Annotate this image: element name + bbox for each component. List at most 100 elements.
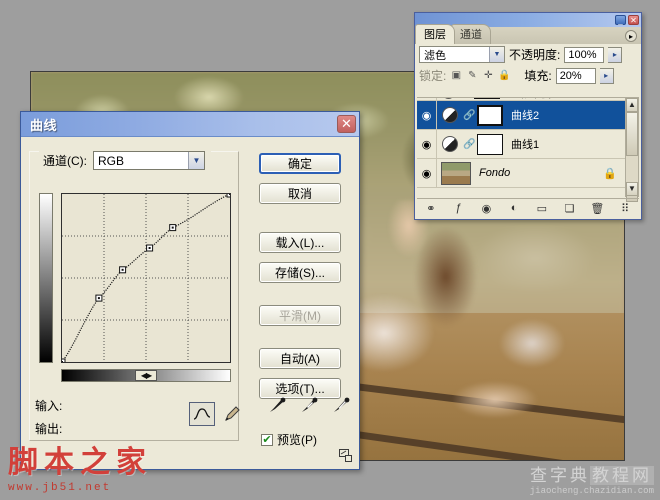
eyedropper-group <box>267 395 351 415</box>
layer-visibility-toggle[interactable]: ◉ <box>417 100 437 130</box>
palette-resize-grip[interactable]: ⠿ <box>617 201 633 216</box>
watermark-chazidian-part2: 教程网 <box>590 466 654 485</box>
output-label: 输出: <box>35 422 63 436</box>
layer-name: Fondo <box>479 167 511 179</box>
adjustment-layer-icon <box>442 98 455 99</box>
opacity-label: 不透明度: <box>509 48 561 62</box>
blend-mode-value: 滤色 <box>424 49 446 62</box>
layer-name: 色彩平衡 <box>508 98 552 101</box>
delete-layer-icon[interactable]: 🗑 <box>589 201 605 216</box>
gray-point-eyedropper[interactable] <box>299 395 319 415</box>
curve-edit-tools <box>189 402 245 426</box>
watermark-chazidian-text: 查字典 教程网 <box>530 461 654 486</box>
curves-dialog-titlebar[interactable]: 曲线 ✕ <box>21 112 359 137</box>
layer-style-icon[interactable]: ƒ <box>451 201 467 216</box>
opacity-spinner[interactable]: ▸ <box>608 46 623 63</box>
input-gradient-bar[interactable]: ◀▶ <box>61 369 231 382</box>
layers-palette[interactable]: _ ✕ 图层 通道 ▸ 滤色 ▼ 不透明度: 100% ▸ 锁定: ▣ ✎ ✛ <box>414 12 642 220</box>
dialog-title: 曲线 <box>30 117 58 133</box>
load-button[interactable]: 载入(L)... <box>259 232 341 253</box>
fill-input[interactable]: 20% <box>555 67 596 84</box>
lock-transparent-icon[interactable]: ▣ <box>450 70 462 82</box>
new-layer-icon[interactable]: ❏ <box>562 201 578 216</box>
checkbox-glyph[interactable]: ✔ <box>261 433 273 446</box>
preview-checkbox[interactable]: ✔ 预览(P) <box>261 431 317 448</box>
lock-icon: 🔒 <box>603 167 617 180</box>
adjustment-layer-icon <box>442 136 458 152</box>
chevron-down-icon[interactable]: ▼ <box>489 47 504 62</box>
lock-buttons: ▣ ✎ ✛ 🔒 <box>450 70 511 82</box>
watermark-chazidian-part1: 查字典 <box>530 466 590 485</box>
lock-all-icon[interactable]: 🔒 <box>498 70 510 82</box>
link-mask-icon[interactable]: 🔗 <box>460 97 470 98</box>
curve-plot[interactable] <box>62 194 230 362</box>
curve-tool-icon[interactable] <box>189 402 215 426</box>
layer-mask-thumbnail[interactable] <box>477 104 503 126</box>
close-icon[interactable]: ✕ <box>628 15 639 25</box>
curve-graph[interactable] <box>61 193 231 363</box>
resize-grip-icon[interactable] <box>339 449 353 463</box>
smooth-button: 平滑(M) <box>259 305 341 326</box>
close-icon[interactable]: ✕ <box>337 115 356 133</box>
channel-label: 通道(C): <box>43 154 87 168</box>
lock-paint-icon[interactable]: ✎ <box>466 70 478 82</box>
lock-label: 锁定: <box>419 69 447 83</box>
layer-mask-thumbnail[interactable] <box>477 133 503 155</box>
opacity-value: 100% <box>568 48 597 61</box>
blend-opacity-row: 滤色 ▼ 不透明度: 100% ▸ <box>415 44 641 65</box>
watermark-chazidian-url: jiaocheng.chazidian.com <box>529 486 654 496</box>
opacity-input[interactable]: 100% <box>564 46 605 63</box>
curves-button-stack: 确定 取消 载入(L)... 存储(S)... 平滑(M) 自动(A) 选项(T… <box>259 153 341 399</box>
ok-button[interactable]: 确定 <box>259 153 341 174</box>
fill-value: 20% <box>559 69 582 82</box>
output-gradient-bar <box>39 193 53 363</box>
tab-channels[interactable]: 通道 <box>451 24 491 44</box>
layers-palette-tabs: 图层 通道 ▸ <box>415 24 641 44</box>
fill-spinner[interactable]: ▸ <box>599 67 614 84</box>
layer-name: 曲线2 <box>511 110 540 122</box>
layer-visibility-toggle[interactable]: ◉ <box>417 129 437 159</box>
screen: _ ✕ 图层 通道 ▸ 滤色 ▼ 不透明度: 100% ▸ 锁定: ▣ ✎ ✛ <box>0 0 660 500</box>
preview-label: 预览(P) <box>277 433 317 447</box>
layer-name: 曲线1 <box>511 139 540 151</box>
palette-menu-icon[interactable]: ▸ <box>625 30 637 42</box>
scrollbar-thumb[interactable] <box>626 112 638 156</box>
scroll-up-icon[interactable]: ▲ <box>626 98 638 112</box>
new-adjustment-layer-icon[interactable]: ◐ <box>506 201 522 216</box>
white-point-eyedropper[interactable] <box>331 395 351 415</box>
link-layers-icon[interactable]: ⚭ <box>423 201 439 216</box>
layer-visibility-toggle[interactable]: ◉ <box>417 158 437 188</box>
black-point-eyedropper[interactable] <box>267 395 287 415</box>
tab-layers[interactable]: 图层 <box>415 24 455 44</box>
gradient-nub-icon[interactable]: ◀▶ <box>135 370 157 381</box>
layer-list-scrollbar[interactable]: ▲ ▼ <box>625 97 639 202</box>
layer-mask-thumbnail[interactable] <box>474 98 500 99</box>
chevron-down-icon[interactable]: ▼ <box>188 152 204 169</box>
minimize-icon[interactable]: _ <box>615 15 626 25</box>
curves-dialog-body: 通道(C): RGB ▼ ◀▶ 输入: 输出: 确定 取消 载入(L)... 存… <box>21 137 359 469</box>
table-row[interactable]: ◉ 🔗 曲线2 <box>417 100 625 130</box>
input-label: 输入: <box>35 399 63 413</box>
link-mask-icon[interactable]: 🔗 <box>463 139 475 150</box>
curves-dialog[interactable]: 曲线 ✕ 通道(C): RGB ▼ ◀▶ 输入: 输出: 确定 取消 载入(L)… <box>20 111 360 470</box>
watermark-chazidian: 查字典 教程网 jiaocheng.chazidian.com <box>530 461 654 496</box>
scroll-down-icon[interactable]: ▼ <box>626 182 638 196</box>
auto-button[interactable]: 自动(A) <box>259 348 341 369</box>
blend-mode-select[interactable]: 滤色 ▼ <box>419 46 505 63</box>
add-mask-icon[interactable]: ◉ <box>478 201 494 216</box>
save-button[interactable]: 存储(S)... <box>259 262 341 283</box>
table-row[interactable]: ◉ Fondo 🔒 <box>417 158 625 188</box>
table-row[interactable]: ◉ 🔗 曲线1 <box>417 129 625 159</box>
lock-fill-row: 锁定: ▣ ✎ ✛ 🔒 填充: 20% ▸ <box>415 65 641 86</box>
channel-select[interactable]: RGB ▼ <box>93 151 205 170</box>
cancel-button[interactable]: 取消 <box>259 183 341 204</box>
layer-thumbnail[interactable] <box>441 161 471 185</box>
channel-value: RGB <box>98 153 125 168</box>
new-group-icon[interactable]: ▭ <box>534 201 550 216</box>
adjustment-layer-icon <box>442 107 458 123</box>
link-mask-icon[interactable]: 🔗 <box>463 110 475 121</box>
layer-list[interactable]: 🔗 色彩平衡 ◉ 🔗 曲线2 ◉ 🔗 曲线1 ◉ F <box>417 97 625 197</box>
watermark-jb51-url: www.jb51.net <box>8 482 112 494</box>
pencil-tool-icon[interactable] <box>219 402 245 426</box>
lock-move-icon[interactable]: ✛ <box>482 70 494 82</box>
